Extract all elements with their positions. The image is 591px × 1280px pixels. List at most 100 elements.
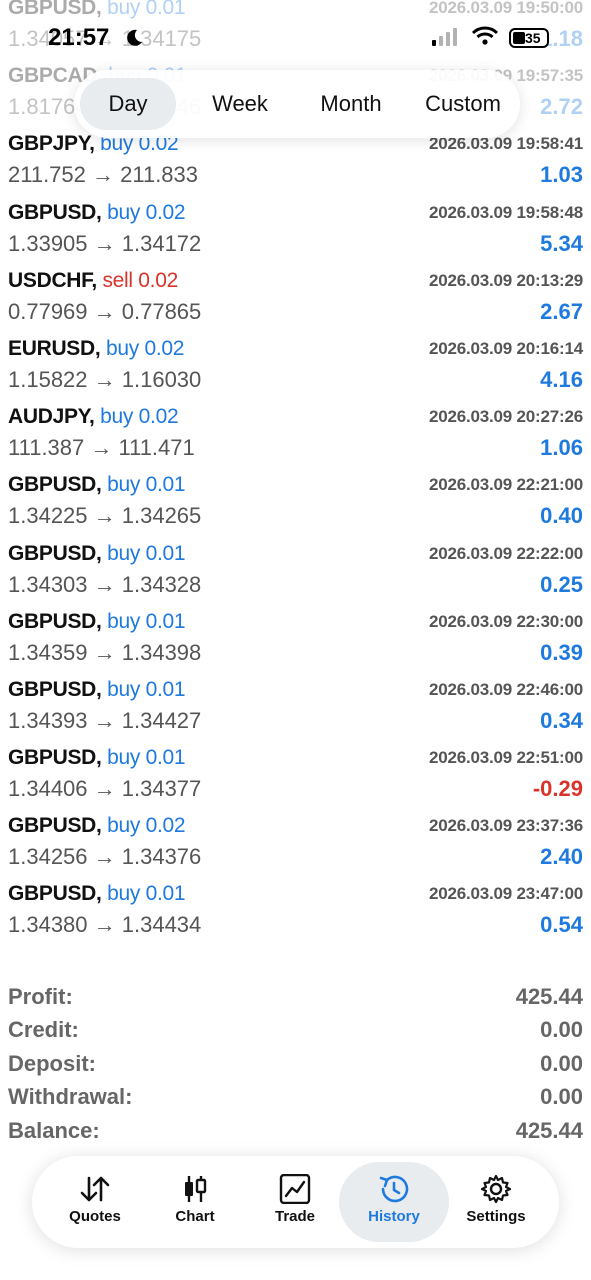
- trade-prices: 0.77969 → 0.77865: [8, 298, 202, 324]
- trade-symbol: GBPUSD,: [8, 814, 102, 838]
- trade-symbol: GBPUSD,: [8, 200, 102, 224]
- trade-side: buy 0.01: [107, 0, 186, 19]
- trade-side: buy 0.01: [107, 541, 186, 565]
- tab-settings-label: Settings: [466, 1208, 526, 1225]
- trade-symbol: GBPUSD,: [8, 541, 102, 565]
- tab-month-label: Month: [320, 91, 382, 116]
- trade-side: buy 0.01: [107, 473, 186, 497]
- summary-deposit: Deposit: 0.00: [0, 1049, 591, 1082]
- trade-row[interactable]: GBPUSD, buy 0.01 2026.03.09 22:21:00 1.3…: [0, 465, 591, 533]
- tab-month[interactable]: Month: [300, 70, 402, 138]
- tab-trade[interactable]: Trade: [240, 1162, 350, 1242]
- tab-history-label: History: [368, 1208, 420, 1225]
- summary-value: 425.44: [515, 984, 583, 1009]
- trade-history-list: GBPUSD, buy 0.01 2026.03.09 19:50:00 1.3…: [0, 0, 591, 943]
- trade-profit: 4.16: [540, 366, 583, 392]
- trade-symbol: GBPUSD,: [8, 473, 102, 497]
- trade-symbol: GBPUSD,: [8, 609, 102, 633]
- summary-credit: Credit: 0.00: [0, 1015, 591, 1048]
- trade-time: 2026.03.09 22:51:00: [428, 748, 583, 768]
- trade-profit: 2.72: [540, 94, 583, 120]
- trade-side: buy 0.02: [105, 336, 185, 360]
- battery-percent: 35: [525, 30, 541, 46]
- quotes-arrows-icon: [80, 1176, 110, 1202]
- trade-row[interactable]: AUDJPY, buy 0.02 2026.03.09 20:27:26 111…: [0, 397, 591, 465]
- trade-row[interactable]: EURUSD, buy 0.02 2026.03.09 20:16:14 1.1…: [0, 329, 591, 397]
- status-bar: 21:57 35: [0, 22, 591, 58]
- summary-profit: Profit: 425.44: [0, 982, 591, 1015]
- trade-time: 2026.03.09 23:47:00: [428, 884, 583, 904]
- trade-symbol: GBPUSD,: [8, 0, 102, 19]
- summary-value: 0.00: [540, 1050, 583, 1076]
- trade-row[interactable]: GBPUSD, buy 0.02 2026.03.09 23:37:36 1.3…: [0, 806, 591, 874]
- status-clock: 21:57: [48, 24, 110, 51]
- tab-custom[interactable]: Custom: [410, 70, 516, 138]
- trade-prices: 211.752 → 211.833: [8, 162, 199, 188]
- moon-icon: [127, 29, 142, 46]
- summary-withdrawal: Withdrawal: 0.00: [0, 1082, 591, 1115]
- trade-row[interactable]: GBPUSD, buy 0.01 2026.03.09 22:46:00 1.3…: [0, 670, 591, 738]
- trade-profit: 2.40: [540, 844, 583, 870]
- summary-label: Withdrawal:: [8, 1084, 133, 1110]
- tab-history[interactable]: History: [339, 1162, 449, 1242]
- trade-side: buy 0.02: [107, 814, 186, 838]
- tab-chart[interactable]: Chart: [140, 1162, 250, 1242]
- trade-row[interactable]: GBPUSD, buy 0.01 2026.03.09 22:30:00 1.3…: [0, 602, 591, 670]
- trade-symbol: USDCHF,: [8, 268, 97, 292]
- trade-symbol: AUDJPY,: [8, 405, 95, 429]
- trade-profit: 1.03: [540, 162, 583, 188]
- tab-day[interactable]: Day: [80, 78, 176, 130]
- summary-label: Credit:: [8, 1017, 79, 1043]
- trade-profit: 2.67: [540, 298, 583, 324]
- trade-symbol: GBPUSD,: [8, 677, 102, 701]
- trade-row[interactable]: GBPUSD, buy 0.01 2026.03.09 22:51:00 1.3…: [0, 738, 591, 806]
- tab-quotes[interactable]: Quotes: [40, 1162, 150, 1242]
- trade-row[interactable]: GBPUSD, buy 0.02 2026.03.09 19:58:48 1.3…: [0, 193, 591, 261]
- trade-time: 2026.03.09 19:58:48: [428, 202, 583, 222]
- bottom-tab-bar: Quotes Chart Trade History Settings: [32, 1156, 559, 1248]
- trade-side: sell 0.02: [102, 268, 178, 292]
- trade-time: 2026.03.09 22:22:00: [428, 543, 583, 563]
- trade-profit: 0.34: [540, 707, 583, 733]
- trade-prices: 111.387 → 111.471: [8, 435, 195, 461]
- tab-week[interactable]: Week: [192, 70, 288, 138]
- trade-prices: 1.34406 → 1.34377: [8, 776, 202, 802]
- wifi-icon: [472, 26, 498, 45]
- tab-trade-label: Trade: [274, 1208, 316, 1225]
- trade-prices: 1.34359 → 1.34398: [8, 639, 202, 665]
- trade-row[interactable]: USDCHF, sell 0.02 2026.03.09 20:13:29 0.…: [0, 261, 591, 329]
- trade-side: buy 0.01: [107, 677, 186, 701]
- trade-row[interactable]: GBPUSD, buy 0.01 2026.03.09 22:22:00 1.3…: [0, 534, 591, 602]
- trade-profit: 5.34: [540, 230, 583, 256]
- trade-side: buy 0.02: [107, 200, 186, 224]
- trade-symbol: GBPJPY,: [8, 132, 95, 156]
- trade-time: 2026.03.09 22:46:00: [428, 679, 583, 699]
- trade-time: 2026.03.09 22:30:00: [428, 611, 583, 631]
- trade-prices: 1.34393 → 1.34427: [8, 707, 202, 733]
- trade-profit: 1.06: [540, 435, 583, 461]
- history-clock-icon: [379, 1175, 409, 1203]
- trade-profit: 0.40: [540, 503, 583, 529]
- period-selector: Day Week Month Custom: [74, 70, 520, 138]
- summary-label: Deposit:: [8, 1050, 96, 1076]
- summary-label: Balance:: [8, 1117, 100, 1143]
- trade-prices: 1.33905 → 1.34172: [8, 230, 202, 256]
- trade-time: 2026.03.09 20:16:14: [428, 338, 583, 358]
- tab-week-label: Week: [212, 91, 268, 116]
- trade-time: 2026.03.09 20:27:26: [428, 407, 583, 427]
- tab-chart-label: Chart: [175, 1208, 215, 1225]
- tab-quotes-label: Quotes: [69, 1208, 121, 1225]
- trade-row[interactable]: GBPUSD, buy 0.01 2026.03.09 23:47:00 1.3…: [0, 874, 591, 942]
- trade-profit: 0.54: [540, 912, 583, 938]
- trade-symbol: GBPUSD,: [8, 882, 102, 906]
- trade-time: 2026.03.09 20:13:29: [428, 270, 583, 290]
- summary-value: 0.00: [540, 1017, 583, 1043]
- trade-profit: 0.39: [540, 639, 583, 665]
- gear-icon: [480, 1174, 512, 1204]
- trade-symbol: GBPUSD,: [8, 746, 102, 770]
- trade-side: buy 0.01: [107, 609, 186, 633]
- trade-prices: 1.34256 → 1.34376: [8, 844, 202, 870]
- tab-custom-label: Custom: [425, 91, 501, 116]
- tab-settings[interactable]: Settings: [441, 1162, 551, 1242]
- summary-balance: Balance: 425.44: [0, 1116, 591, 1149]
